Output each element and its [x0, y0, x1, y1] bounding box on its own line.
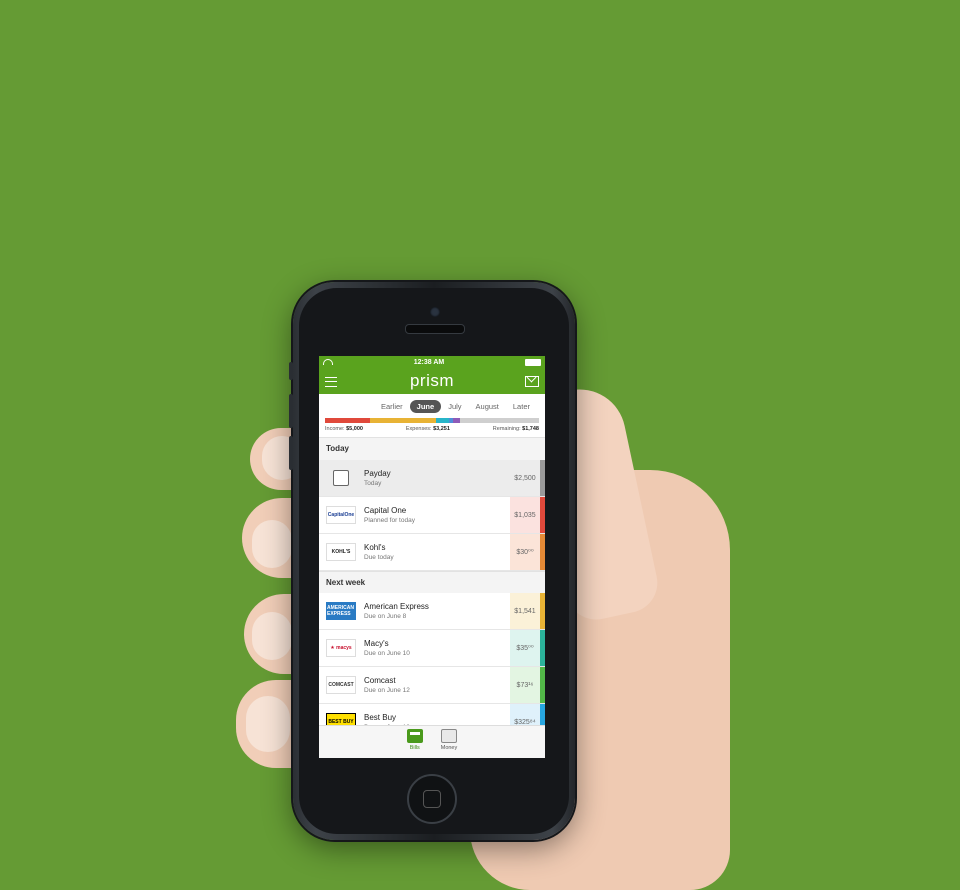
budget-segment — [325, 418, 370, 423]
phone-face: 12:38 AM prism Earlier June July August Late… — [299, 288, 569, 834]
month-tab-earlier[interactable]: Earlier — [374, 400, 410, 413]
bill-due-date: Due on June 10 — [364, 650, 410, 657]
budget-bar — [325, 418, 539, 423]
money-icon — [440, 729, 457, 743]
bill-title: Macy's — [364, 639, 389, 648]
bill-due-date: Due today — [364, 554, 394, 561]
volume-up-button[interactable] — [289, 394, 293, 428]
fingernail — [252, 612, 292, 660]
bill-title: American Express — [364, 602, 429, 611]
bill-row-payday[interactable]: Payday Today $2,500 — [319, 460, 545, 497]
comcast-logo: COMCAST — [326, 676, 356, 694]
category-stripe — [540, 630, 545, 666]
earpiece-speaker — [405, 324, 465, 334]
front-camera — [430, 307, 440, 317]
bill-text: Kohl's Due today — [364, 543, 510, 561]
wifi-icon — [323, 359, 333, 365]
income-summary: Income: $5,000 — [325, 426, 363, 432]
calendar-icon — [333, 470, 349, 486]
battery-icon — [524, 358, 541, 366]
month-tab-june[interactable]: June — [409, 399, 442, 413]
tab-bar: Bills Money — [319, 725, 545, 758]
remaining-summary: Remaining: $1,748 — [492, 426, 539, 432]
app-screen: 12:38 AM prism Earlier June July August Late… — [319, 356, 545, 758]
home-button[interactable] — [407, 774, 457, 824]
budget-segment — [436, 418, 450, 423]
nav-bar: prism — [319, 368, 545, 394]
mail-icon[interactable] — [525, 376, 539, 387]
tab-label: Money — [440, 745, 458, 751]
bill-title: Capital One — [364, 506, 407, 515]
bill-amount: $30⁰⁰ — [510, 534, 540, 570]
bill-title: Kohl's — [364, 543, 386, 552]
section-header: Today — [319, 437, 545, 460]
status-time: 12:38 AM — [413, 358, 445, 366]
app-brand: prism — [409, 371, 455, 390]
tab-bills[interactable]: Bills — [406, 726, 423, 758]
bill-amount: $2,500 — [510, 460, 540, 496]
category-stripe — [540, 534, 545, 570]
bill-amount: $73¹⁶ — [510, 667, 540, 703]
category-stripe — [540, 497, 545, 533]
macys-logo: ★ macys — [326, 639, 356, 657]
month-tab-august[interactable]: August — [469, 400, 506, 413]
month-tab-later[interactable]: Later — [506, 400, 537, 413]
bill-amount: $1,541 — [510, 593, 540, 629]
budget-summary: Income: $5,000 Expenses: $3,251 Remainin… — [325, 426, 539, 432]
bill-row-macys[interactable]: ★ macys Macy's Due on June 10 $35⁰⁰ — [319, 630, 545, 667]
bill-row-comcast[interactable]: COMCAST Comcast Due on June 12 $73¹⁶ — [319, 667, 545, 704]
bill-text: Macy's Due on June 10 — [364, 639, 510, 657]
bill-title: Payday — [364, 469, 391, 478]
bills-icon — [406, 729, 423, 743]
budget-segment — [369, 418, 437, 423]
month-selector: Earlier June July August Later — [319, 394, 545, 418]
month-tab-july[interactable]: July — [441, 400, 468, 413]
expenses-summary: Expenses: $3,251 — [405, 426, 450, 432]
kohls-logo: KOHL'S — [326, 543, 356, 561]
bill-text: Comcast Due on June 12 — [364, 676, 510, 694]
volume-down-button[interactable] — [289, 436, 293, 470]
tab-label: Bills — [409, 745, 420, 751]
bill-row-kohls[interactable]: KOHL'S Kohl's Due today $30⁰⁰ — [319, 534, 545, 571]
category-stripe — [540, 460, 545, 496]
amex-logo: AMERICAN EXPRESS — [326, 602, 356, 620]
bill-title: Best Buy — [364, 713, 397, 722]
bill-due-date: Today — [364, 480, 382, 487]
fingernail — [252, 520, 292, 568]
tab-money[interactable]: Money — [440, 726, 458, 758]
bill-text: American Express Due on June 8 — [364, 602, 510, 620]
bill-amount: $1,035 — [510, 497, 540, 533]
mute-switch[interactable] — [289, 362, 293, 380]
budget-segment — [459, 418, 539, 423]
bill-row-capital-one[interactable]: CapitalOne Capital One Planned for today $1… — [319, 497, 545, 534]
bill-due-date: Due on June 12 — [364, 687, 410, 694]
status-bar: 12:38 AM — [319, 356, 545, 368]
bill-due-date: Planned for today — [364, 517, 415, 524]
bill-amount: $35⁰⁰ — [510, 630, 540, 666]
capital-one-logo: CapitalOne — [326, 506, 356, 524]
bill-row-american-express[interactable]: AMERICAN EXPRESS American Express Due on J… — [319, 593, 545, 630]
bill-text: Capital One Planned for today — [364, 506, 510, 524]
bill-text: Payday Today — [364, 469, 510, 487]
section-header: Next week — [319, 571, 545, 593]
category-stripe — [540, 593, 545, 629]
fingernail — [246, 696, 290, 752]
phone-device: 12:38 AM prism Earlier June July August Late… — [289, 282, 575, 840]
menu-icon[interactable] — [325, 377, 337, 387]
bill-title: Comcast — [364, 676, 396, 685]
category-stripe — [540, 667, 545, 703]
bill-list: Today Payday Today $2,500 CapitalOne Capital … — [319, 437, 545, 741]
bill-due-date: Due on June 8 — [364, 613, 407, 620]
